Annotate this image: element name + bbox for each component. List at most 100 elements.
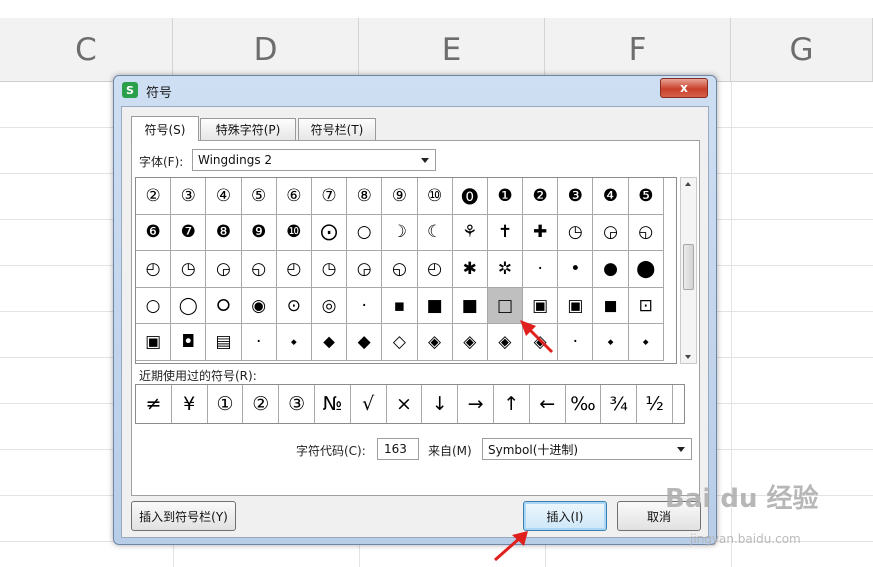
recent-symbol-cell[interactable]: ½ (637, 385, 673, 423)
symbol-cell[interactable]: ◴ (276, 251, 312, 288)
symbol-cell[interactable]: ■ (417, 287, 453, 325)
symbol-cell[interactable]: ⊡ (628, 287, 664, 325)
char-code-input[interactable]: 163 (377, 438, 419, 460)
symbol-cell[interactable]: ⬤ (628, 251, 664, 288)
symbol-cell[interactable]: ❺ (628, 178, 664, 215)
symbol-cell[interactable]: ▣ (523, 287, 559, 325)
symbol-cell[interactable]: ⨀ (311, 214, 348, 252)
symbol-cell[interactable]: ❷ (523, 178, 559, 215)
symbol-cell[interactable]: ⑥ (276, 178, 312, 215)
from-select[interactable]: Symbol(十进制) (482, 438, 692, 460)
symbol-cell[interactable]: ◆ (347, 324, 383, 361)
symbol-cell[interactable]: ⑤ (241, 178, 277, 215)
symbol-cell[interactable]: ✚ (523, 214, 559, 252)
symbol-cell[interactable]: ⭘ (206, 287, 242, 325)
recent-symbol-cell[interactable]: ← (530, 385, 566, 423)
recent-symbol-cell[interactable]: ¥ (172, 385, 208, 423)
symbol-cell[interactable]: ☾ (417, 214, 453, 252)
insert-to-symbol-bar-button[interactable]: 插入到符号栏(Y) (131, 501, 236, 531)
symbol-cell[interactable]: ● (593, 251, 629, 288)
symbol-cell[interactable]: ⬩ (276, 324, 312, 361)
recent-symbol-cell[interactable]: ③ (279, 385, 315, 423)
symbol-cell[interactable]: ⑦ (311, 178, 348, 215)
recent-symbol-cell[interactable]: × (387, 385, 423, 423)
recent-symbol-cell[interactable]: ¾ (601, 385, 638, 423)
symbol-cell[interactable]: ❼ (171, 214, 207, 252)
symbol-cell[interactable]: ◈ (523, 324, 559, 361)
symbol-cell[interactable]: ◈ (487, 324, 524, 361)
recent-symbol-cell[interactable]: ↑ (494, 385, 530, 423)
symbol-cell[interactable]: ✱ (452, 251, 488, 288)
symbol-cell[interactable]: ⑩ (417, 178, 453, 215)
symbol-cell[interactable]: ⬥ (311, 324, 348, 361)
symbol-cell[interactable]: ▣ (558, 287, 594, 325)
symbol-cell[interactable]: ◴ (136, 251, 172, 288)
recent-symbol-cell[interactable]: ② (243, 385, 280, 423)
dialog-titlebar[interactable]: S 符号 x (114, 76, 716, 104)
symbol-cell[interactable]: ◈ (452, 324, 488, 361)
symbol-cell[interactable]: ❾ (241, 214, 277, 252)
symbol-cell[interactable]: · (523, 251, 559, 288)
symbol-cell[interactable]: ⑧ (347, 178, 383, 215)
symbol-cell[interactable]: ② (136, 178, 172, 215)
symbol-cell[interactable]: ❸ (558, 178, 594, 215)
recent-symbol-cell[interactable]: √ (351, 385, 387, 423)
symbol-cell[interactable]: ❶ (487, 178, 524, 215)
symbol-cell[interactable]: ❽ (206, 214, 242, 252)
symbol-cell[interactable]: ◶ (593, 214, 629, 252)
symbol-cell[interactable]: · (241, 324, 277, 361)
symbol-cell[interactable]: ⓿ (452, 178, 488, 215)
column-header-f[interactable]: F (545, 18, 731, 82)
symbol-cell[interactable]: ◶ (347, 251, 383, 288)
symbol-cell[interactable]: ③ (171, 178, 207, 215)
symbol-cell[interactable]: ⬩ (593, 324, 629, 361)
symbol-cell[interactable]: ◴ (417, 251, 453, 288)
insert-button[interactable]: 插入(I) (523, 501, 607, 531)
scroll-down-arrow-icon[interactable] (685, 355, 691, 359)
symbol-cell[interactable]: ❿ (276, 214, 312, 252)
symbol-cell[interactable]: · (347, 287, 383, 325)
symbol-cell[interactable]: ○ (347, 214, 383, 252)
symbol-cell[interactable]: ◵ (241, 251, 277, 288)
scroll-up-arrow-icon[interactable] (685, 182, 691, 186)
symbol-cell[interactable]: ◵ (382, 251, 418, 288)
column-header-e[interactable]: E (359, 18, 545, 82)
symbol-cell[interactable]: ▣ (136, 324, 172, 361)
symbol-cell[interactable]: ◵ (628, 214, 664, 252)
symbol-cell[interactable]: ④ (206, 178, 242, 215)
symbol-cell[interactable]: · (558, 324, 594, 361)
symbol-cell[interactable]: ◇ (382, 324, 418, 361)
symbol-cell[interactable]: ◼ (593, 287, 629, 325)
column-header-d[interactable]: D (173, 18, 359, 82)
recent-symbol-cell[interactable]: ≠ (136, 385, 172, 423)
recent-symbol-cell[interactable]: ↓ (422, 385, 459, 423)
symbol-cell[interactable]: ◎ (311, 287, 348, 325)
recent-symbol-cell[interactable]: ① (208, 385, 244, 423)
symbol-cell[interactable]: ⬩ (628, 324, 664, 361)
symbol-cell[interactable]: ▤ (206, 324, 242, 361)
symbol-cell-selected[interactable]: □ (487, 287, 524, 325)
recent-symbol-cell[interactable]: ‰ (566, 385, 602, 423)
symbol-grid-scrollbar[interactable] (680, 177, 697, 364)
symbol-cell[interactable]: ⊙ (276, 287, 312, 325)
recent-symbol-cell[interactable]: № (315, 385, 351, 423)
symbol-cell[interactable]: ◷ (558, 214, 594, 252)
symbol-cell[interactable]: ✲ (487, 251, 524, 288)
symbol-cell[interactable]: ◯ (171, 287, 207, 325)
tab-special-characters[interactable]: 特殊字符(P) (200, 118, 296, 140)
symbol-cell[interactable]: ▪ (382, 287, 418, 325)
symbol-cell[interactable]: ◷ (311, 251, 348, 288)
symbol-cell[interactable]: ◷ (171, 251, 207, 288)
symbol-cell[interactable]: ◶ (206, 251, 242, 288)
tab-symbol-bar[interactable]: 符号栏(T) (298, 118, 376, 140)
tab-symbols[interactable]: 符号(S) (131, 116, 199, 141)
symbol-cell[interactable]: ❻ (136, 214, 172, 252)
scrollbar-thumb[interactable] (683, 244, 694, 290)
recent-symbol-cell[interactable]: → (458, 385, 494, 423)
symbol-cell[interactable]: ◉ (241, 287, 277, 325)
symbol-cell[interactable]: ■ (452, 287, 488, 325)
symbol-cell[interactable]: ◘ (171, 324, 207, 361)
font-select[interactable]: Wingdings 2 (192, 149, 436, 171)
symbol-cell[interactable]: ○ (136, 287, 172, 325)
symbol-cell[interactable]: ☽ (382, 214, 418, 252)
